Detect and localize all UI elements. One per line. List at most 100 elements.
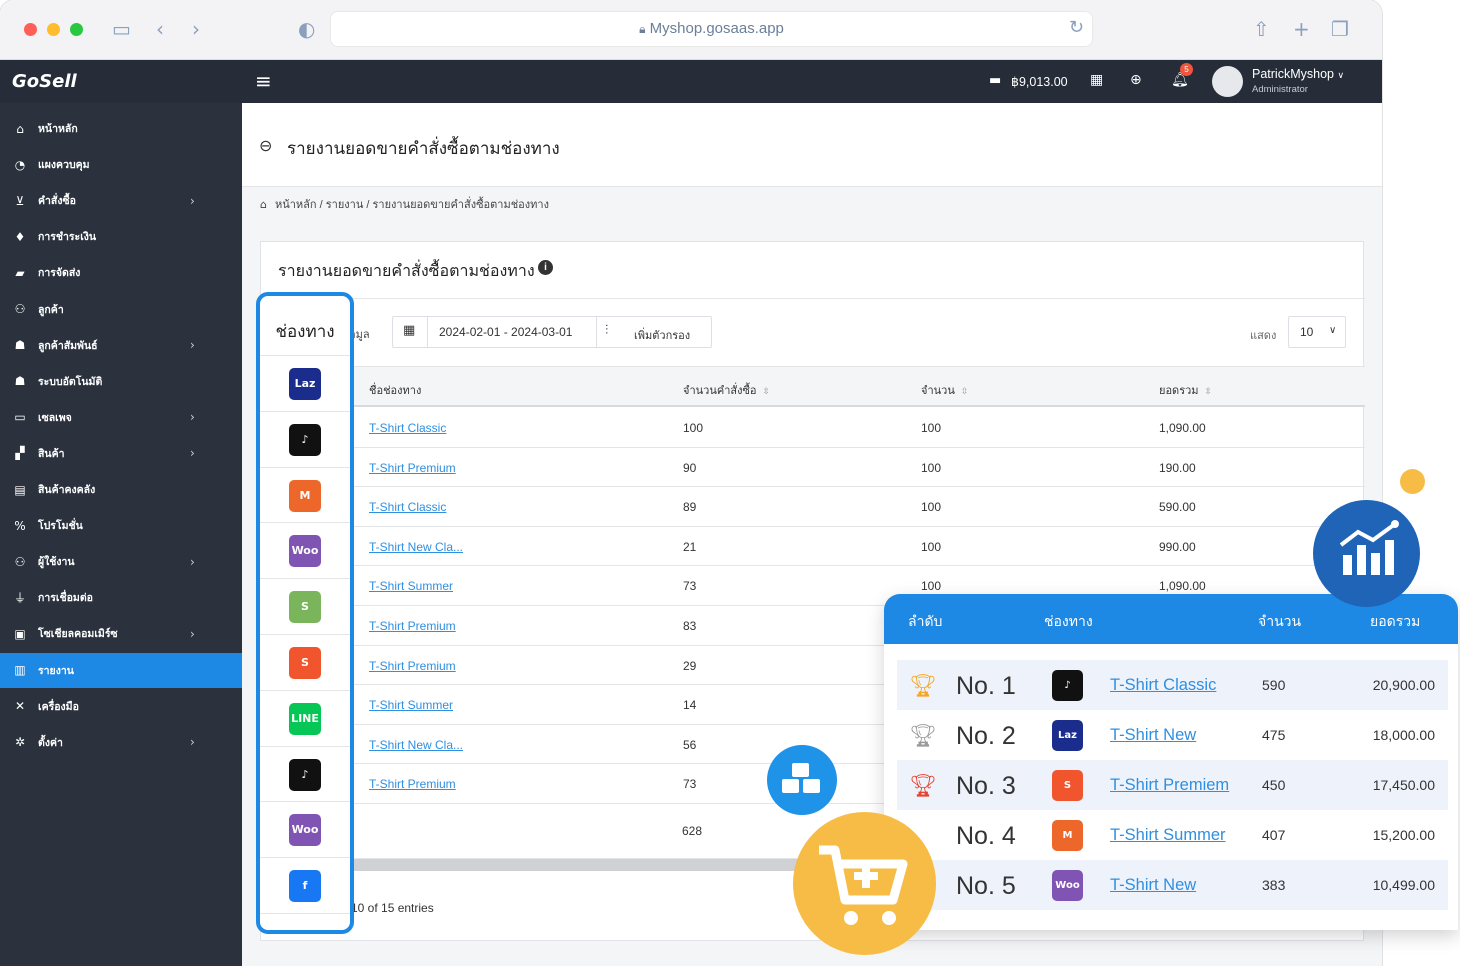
- info-icon[interactable]: i: [538, 260, 553, 275]
- table-cell: 89: [683, 500, 697, 515]
- tiktok-logo-icon: ♪: [289, 423, 321, 456]
- channel-name-link[interactable]: T-Shirt New: [1110, 876, 1196, 895]
- table-cell: 56: [683, 737, 697, 752]
- sidebar-toggle-icon[interactable]: ▭: [112, 18, 131, 40]
- back-nav-icon[interactable]: ‹: [156, 18, 164, 40]
- close-window-button[interactable]: [24, 23, 37, 36]
- sliders-icon[interactable]: ⫶: [605, 323, 608, 338]
- sidebar-item[interactable]: ✕ เครื่องมือ: [0, 689, 242, 724]
- share-icon[interactable]: ⇧: [1253, 18, 1270, 40]
- channel-cell[interactable]: LINE: [260, 691, 350, 747]
- table-cell: 100: [921, 579, 942, 594]
- add-filter-button[interactable]: เพิ่มตัวกรอง: [634, 326, 690, 344]
- channel-name-link[interactable]: T-Shirt Classic: [369, 421, 446, 435]
- channel-name-link[interactable]: T-Shirt Premium: [369, 461, 456, 475]
- sidebar-item[interactable]: % โปรโมชั่น: [0, 508, 242, 543]
- reload-icon[interactable]: ↻: [1069, 17, 1084, 38]
- sort-icon[interactable]: ⇳: [763, 387, 771, 397]
- sidebar-item[interactable]: ☗ ลูกค้าสัมพันธ์ ›: [0, 328, 242, 363]
- channel-cell[interactable]: f: [260, 858, 350, 914]
- total-value: 15,200.00: [1372, 827, 1435, 843]
- wallet-balance[interactable]: ฿9,013.00: [1011, 74, 1068, 89]
- sidebar-item[interactable]: ◔ แผงควบคุม: [0, 147, 242, 182]
- channel-cell[interactable]: S: [260, 579, 350, 635]
- sidebar-item[interactable]: ⌂ หน้าหลัก: [0, 111, 242, 146]
- avatar[interactable]: [1212, 66, 1243, 97]
- new-tab-icon[interactable]: +: [1293, 18, 1310, 40]
- sidebar-item-label: หน้าหลัก: [38, 123, 78, 135]
- column-header[interactable]: ยอดรวม ⇳: [1159, 381, 1212, 399]
- tabs-overview-icon[interactable]: ❐: [1331, 18, 1349, 40]
- sort-icon[interactable]: ⇳: [961, 387, 969, 397]
- sidebar-item[interactable]: ⏚ การเชื่อมต่อ: [0, 580, 242, 615]
- breadcrumb-text[interactable]: หน้าหลัก / รายงาน / รายงานยอดขายคำสั่งซื…: [275, 199, 549, 211]
- hamburger-menu-icon[interactable]: ≡: [255, 69, 272, 93]
- channel-cell[interactable]: Laz: [260, 356, 350, 412]
- table-cell: 1,090.00: [1159, 579, 1206, 594]
- sidebar-item[interactable]: ⚇ ลูกค้า: [0, 292, 242, 327]
- column-header[interactable]: ชื่อช่องทาง: [369, 381, 421, 399]
- sidebar-item[interactable]: ☗ ระบบอัตโนมัติ: [0, 364, 242, 399]
- sidebar-item[interactable]: ▥ รายงาน: [0, 652, 242, 688]
- calculator-icon[interactable]: ▦: [1090, 72, 1103, 88]
- magento-logo-icon: M: [289, 479, 321, 512]
- total-orders: 628: [682, 824, 703, 838]
- channel-cell[interactable]: ♪: [260, 412, 350, 468]
- sidebar-item[interactable]: ♦ การชำระเงิน: [0, 219, 242, 254]
- minimize-window-button[interactable]: [47, 23, 60, 36]
- channel-name-link[interactable]: T-Shirt Premium: [369, 659, 456, 673]
- channel-name-link[interactable]: T-Shirt Premium: [369, 619, 456, 633]
- sidebar-item-label: ระบบอัตโนมัติ: [38, 375, 103, 388]
- channel-name-link[interactable]: T-Shirt Summer: [369, 579, 453, 593]
- top-channel-row: No. 5 Woo T-Shirt New 383 10,499.00: [897, 860, 1448, 910]
- channel-name-link[interactable]: T-Shirt Summer: [369, 698, 453, 712]
- maximize-window-button[interactable]: [70, 23, 83, 36]
- sidebar-item[interactable]: ✲ ตั้งค่า ›: [0, 725, 242, 760]
- user-name[interactable]: PatrickMyshop ∨: [1252, 67, 1344, 81]
- table-cell: 590.00: [1159, 500, 1196, 515]
- sidebar-item[interactable]: ⚇ ผู้ใช้งาน ›: [0, 544, 242, 579]
- home-icon[interactable]: ⌂: [260, 198, 267, 211]
- back-arrow-icon[interactable]: ⊖: [259, 136, 272, 155]
- page-size-select[interactable]: 10 ∨: [1288, 316, 1346, 348]
- table-cell: 1,090.00: [1159, 421, 1206, 435]
- channel-panel-title: ช่องทาง: [275, 322, 335, 341]
- automation-icon: ☗: [14, 374, 26, 389]
- address-bar[interactable]: 🔒︎ Myshop.gosaas.app ↻: [331, 12, 1092, 46]
- column-header[interactable]: จำนวนคำสั่งซื้อ ⇳: [683, 381, 770, 399]
- shield-icon[interactable]: ◐: [298, 18, 315, 40]
- channel-name-link[interactable]: T-Shirt Premiem: [1110, 776, 1229, 795]
- sidebar-item[interactable]: ⊻ คำสั่งซื้อ ›: [0, 183, 242, 218]
- channel-name-link[interactable]: T-Shirt Classic: [369, 500, 446, 514]
- tiktok-logo-icon: ♪: [1052, 670, 1083, 701]
- channel-panel: ช่องทาง Laz ♪ M Woo S S LINE ♪ Woo f: [256, 292, 354, 934]
- channel-name-link[interactable]: T-Shirt Classic: [1110, 676, 1216, 695]
- sidebar-item[interactable]: ▰ การจัดส่ง: [0, 255, 242, 290]
- sort-icon[interactable]: ⇳: [1205, 387, 1213, 397]
- channel-name-link[interactable]: T-Shirt New Cla...: [369, 738, 463, 752]
- date-range-value[interactable]: 2024-02-01 - 2024-03-01: [439, 325, 572, 339]
- forward-nav-icon[interactable]: ›: [192, 18, 200, 40]
- table-cell: 73: [683, 777, 697, 792]
- lock-icon: 🔒︎: [639, 22, 646, 36]
- date-range-filter[interactable]: ▦ 2024-02-01 - 2024-03-01 ⫶ เพิ่มตัวกรอง: [392, 316, 712, 348]
- channel-cell[interactable]: M: [260, 468, 350, 524]
- channel-name-link[interactable]: T-Shirt Premium: [369, 777, 456, 791]
- channel-name-link[interactable]: T-Shirt New Cla...: [369, 540, 463, 554]
- column-header[interactable]: จำนวน ⇳: [921, 381, 968, 399]
- sidebar: ⌂ หน้าหลัก ◔ แผงควบคุม ⊻ คำสั่งซื้อ › ♦ การชำระเ…: [0, 103, 242, 966]
- sidebar-item[interactable]: ▭ เซลเพจ ›: [0, 400, 242, 435]
- add-circle-icon[interactable]: ⊕: [1130, 72, 1142, 88]
- channel-name-link[interactable]: T-Shirt New: [1110, 726, 1196, 745]
- channel-name-link[interactable]: T-Shirt Summer: [1110, 826, 1226, 845]
- channel-cell[interactable]: S: [260, 635, 350, 691]
- channel-cell[interactable]: ♪: [260, 747, 350, 803]
- calendar-icon[interactable]: ▦: [403, 323, 415, 338]
- sidebar-item[interactable]: ▞ สินค้า ›: [0, 436, 242, 471]
- wallet-icon[interactable]: ▬: [989, 73, 1001, 88]
- sidebar-item[interactable]: ▣ โซเชียลคอมเมิร์ซ ›: [0, 616, 242, 651]
- channel-cell[interactable]: Woo: [260, 523, 350, 580]
- channel-cell[interactable]: Woo: [260, 802, 350, 859]
- sidebar-item[interactable]: ▤ สินค้าคงคลัง: [0, 472, 242, 507]
- woocommerce-logo-icon: Woo: [1052, 870, 1083, 901]
